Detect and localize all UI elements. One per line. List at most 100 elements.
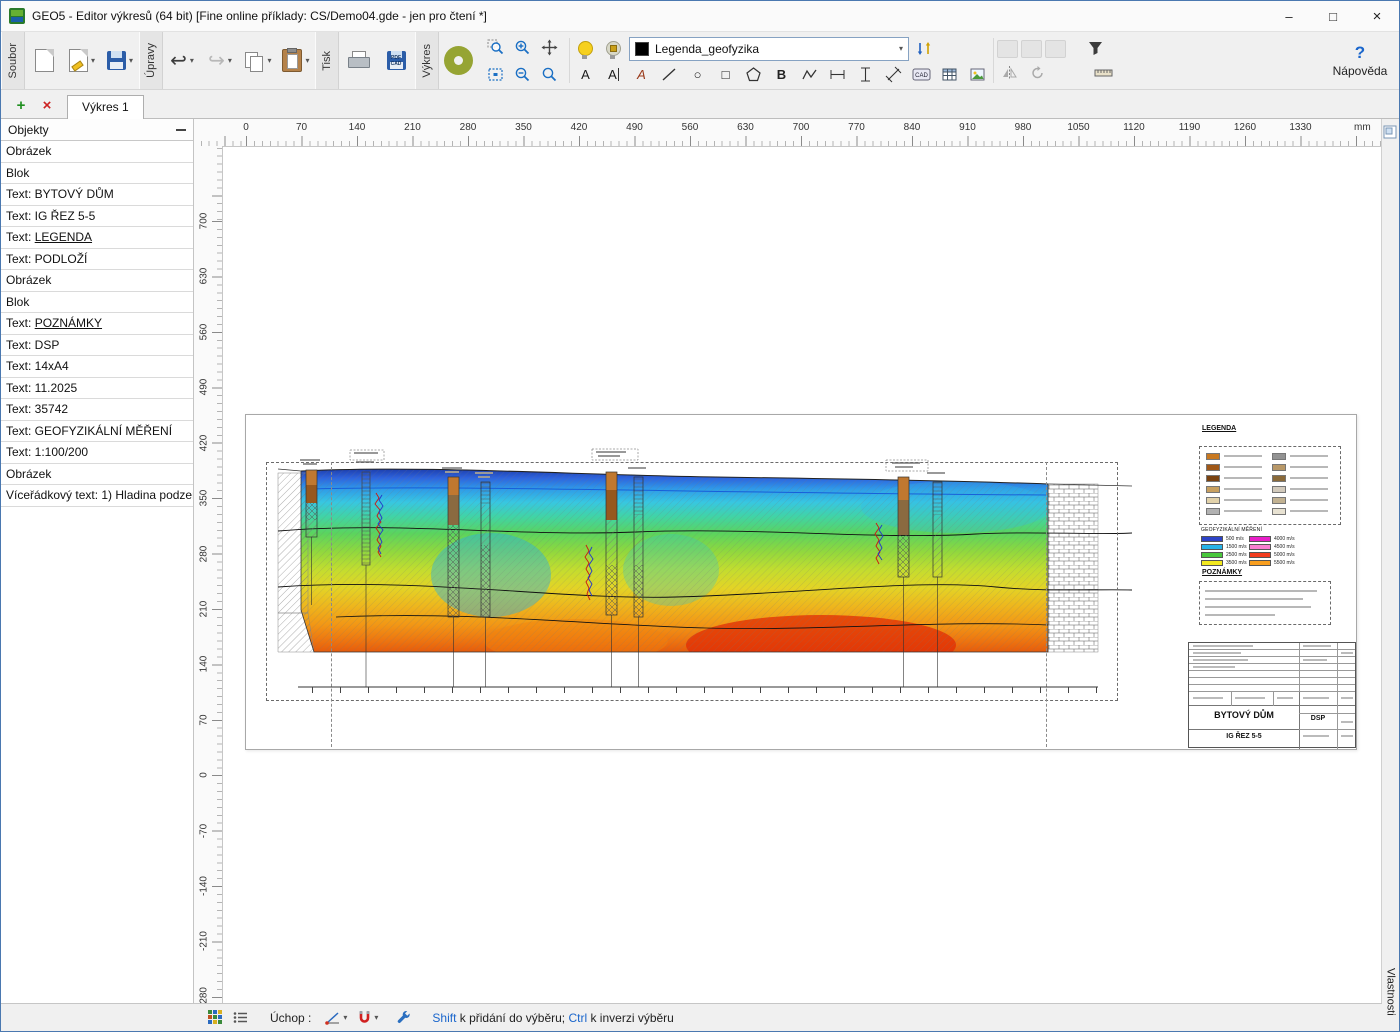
help-area[interactable]: ? Nápověda (1321, 32, 1399, 89)
object-list-item[interactable]: Blok (1, 292, 193, 313)
annotation-tools: Legenda_geofyzika ▾ A A A ○ □ B CAD (573, 32, 990, 89)
object-list-item[interactable]: Text: IG ŘEZ 5-5 (1, 206, 193, 227)
settings-button[interactable] (439, 32, 478, 89)
polygon-tool-button[interactable] (741, 65, 766, 85)
layer-lock-button[interactable] (601, 39, 626, 59)
cad-import-button[interactable]: CAD (909, 65, 934, 85)
notes-title[interactable]: POZNÁMKY (1202, 569, 1242, 576)
zoom-in-button[interactable] (509, 34, 535, 60)
line-tool-button[interactable] (657, 65, 682, 85)
export-pdf-cad-button[interactable]: PDF CAD (377, 32, 415, 89)
redo-button[interactable]: ↪ ▾ (201, 32, 239, 89)
undo-button[interactable]: ↩ ▾ (163, 32, 201, 89)
dropdown-caret-icon[interactable]: ▾ (374, 1013, 378, 1022)
grid-settings-button[interactable] (206, 1010, 225, 1025)
layer-visibility-button[interactable] (573, 39, 598, 59)
collapse-panel-icon[interactable] (176, 128, 186, 131)
velocity-swatch (1249, 560, 1271, 566)
open-file-button[interactable]: ▾ (63, 32, 101, 89)
ruler-mark: 140 (348, 122, 366, 133)
drawing-canvas[interactable]: mm 0 70 140 210 280 350 420 490 560 630 700 770 840 9… (194, 119, 1381, 1003)
dimension-aligned-button[interactable] (881, 65, 906, 85)
pan-button[interactable] (536, 34, 562, 60)
filter-button[interactable] (1083, 39, 1108, 59)
zoom-out-button[interactable] (509, 61, 535, 87)
table-tool-button[interactable] (937, 65, 962, 85)
dimension-horizontal-button[interactable] (825, 65, 850, 85)
zoom-fit-button[interactable] (482, 61, 508, 87)
velocity-swatch (1249, 536, 1271, 542)
list-settings-button[interactable] (231, 1011, 250, 1024)
object-list-item[interactable]: Víceřádkový text: 1) Hladina podzer (1, 485, 193, 507)
geology-legend-box[interactable] (1199, 446, 1341, 525)
object-list-item[interactable]: Text: 11.2025 (1, 378, 193, 399)
mirror-button[interactable] (997, 63, 1022, 83)
help-icon[interactable]: ? (1355, 43, 1365, 63)
wrench-icon[interactable] (396, 1010, 412, 1025)
object-list-item[interactable]: Text: 14xA4 (1, 356, 193, 378)
title-block[interactable]: BYTOVÝ DŮM IG ŘEZ 5-5 DSP (1188, 642, 1356, 749)
image-tool-button[interactable] (965, 65, 990, 85)
object-list-item[interactable]: Text: PODLOŽÍ (1, 249, 193, 270)
magnet-snap-button[interactable]: ▾ (355, 1010, 380, 1025)
dropdown-caret-icon[interactable]: ▾ (267, 56, 271, 65)
rectangle-tool-button[interactable]: □ (713, 65, 738, 85)
object-list-item[interactable]: Text: 35742 (1, 399, 193, 421)
new-file-button[interactable] (25, 32, 63, 89)
ruler-mark: 0 (243, 122, 249, 133)
object-list-item[interactable]: Obrázek (1, 270, 193, 292)
copy-button[interactable]: ▾ (239, 32, 277, 89)
object-list-item[interactable]: Text: BYTOVÝ DŮM (1, 184, 193, 206)
dropdown-caret-icon[interactable]: ▾ (343, 1013, 347, 1022)
notes-box[interactable] (1199, 581, 1331, 625)
paste-button[interactable]: ▾ (277, 32, 315, 89)
ellipse-tool-button[interactable]: ○ (685, 65, 710, 85)
object-list-item[interactable]: Obrázek (1, 141, 193, 163)
object-list-item[interactable]: Text: 1:100/200 (1, 442, 193, 464)
ruler-button[interactable] (1091, 63, 1116, 83)
legend-style-combobox[interactable]: Legenda_geofyzika ▾ (629, 36, 909, 61)
object-list-item[interactable]: Text: POZNÁMKY (1, 313, 193, 335)
dropdown-caret-icon[interactable]: ▾ (91, 56, 95, 65)
minimize-button[interactable]: – (1267, 1, 1311, 31)
drawing-page[interactable]: LEGENDA GEOFYZIKÁLNÍ MĚŘENÍ 500 m/s 1500 … (245, 414, 1357, 750)
text-edit-tool-button[interactable]: A (629, 65, 654, 85)
snap-mode-button[interactable]: ▾ (323, 1011, 349, 1025)
save-file-button[interactable]: ▾ (101, 32, 139, 89)
properties-tab-label: Vlastnosti (1384, 968, 1397, 1016)
maximize-button[interactable]: □ (1311, 1, 1355, 31)
add-drawing-button[interactable]: + (9, 94, 33, 118)
dropdown-caret-icon[interactable]: ▾ (129, 56, 133, 65)
zoom-100-button[interactable] (536, 61, 562, 87)
rotate-button[interactable] (1025, 63, 1050, 83)
dropdown-caret-icon[interactable]: ▾ (228, 56, 232, 65)
refresh-legend-button[interactable] (912, 39, 937, 59)
ruler-mark: 280 (198, 545, 210, 562)
help-label[interactable]: Nápověda (1333, 64, 1388, 78)
object-list-item[interactable]: Text: LEGENDA (1, 227, 193, 249)
dimension-vertical-button[interactable] (853, 65, 878, 85)
polyline-tool-button[interactable] (797, 65, 822, 85)
geophysics-legend-label: GEOFYZIKÁLNÍ MĚŘENÍ (1201, 527, 1263, 533)
geology-swatch (1206, 464, 1220, 471)
print-button[interactable] (339, 32, 377, 89)
close-button[interactable]: × (1355, 1, 1399, 31)
text-tool-button[interactable]: A (573, 65, 598, 85)
legend-title[interactable]: LEGENDA (1202, 425, 1236, 432)
dropdown-caret-icon[interactable]: ▾ (190, 56, 194, 65)
tab-vykres-1[interactable]: Výkres 1 (67, 95, 144, 119)
object-list-item[interactable]: Obrázek (1, 464, 193, 485)
properties-tab[interactable]: Vlastnosti (1382, 954, 1399, 1030)
horizontal-ruler: mm 0 70 140 210 280 350 420 490 560 630 700 770 840 9… (194, 119, 1381, 147)
text-cursor-tool-button[interactable]: A (601, 65, 626, 85)
page-navigator-icon[interactable] (1383, 125, 1397, 139)
object-list-item[interactable]: Text: DSP (1, 335, 193, 356)
zoom-window-button[interactable] (482, 34, 508, 60)
combo-caret-icon[interactable]: ▾ (899, 44, 903, 53)
dropdown-caret-icon[interactable]: ▾ (305, 56, 309, 65)
remove-drawing-button[interactable]: × (35, 94, 59, 118)
object-list-item[interactable]: Blok (1, 163, 193, 184)
object-list-item[interactable]: Text: GEOFYZIKÁLNÍ MĚŘENÍ (1, 421, 193, 442)
block-tool-button[interactable]: B (769, 65, 794, 85)
toolbar: Soubor ▾ ▾ Úpravy ↩ ▾ ↪ ▾ ▾ ▾ Tisk PDF CAD … (1, 32, 1399, 90)
